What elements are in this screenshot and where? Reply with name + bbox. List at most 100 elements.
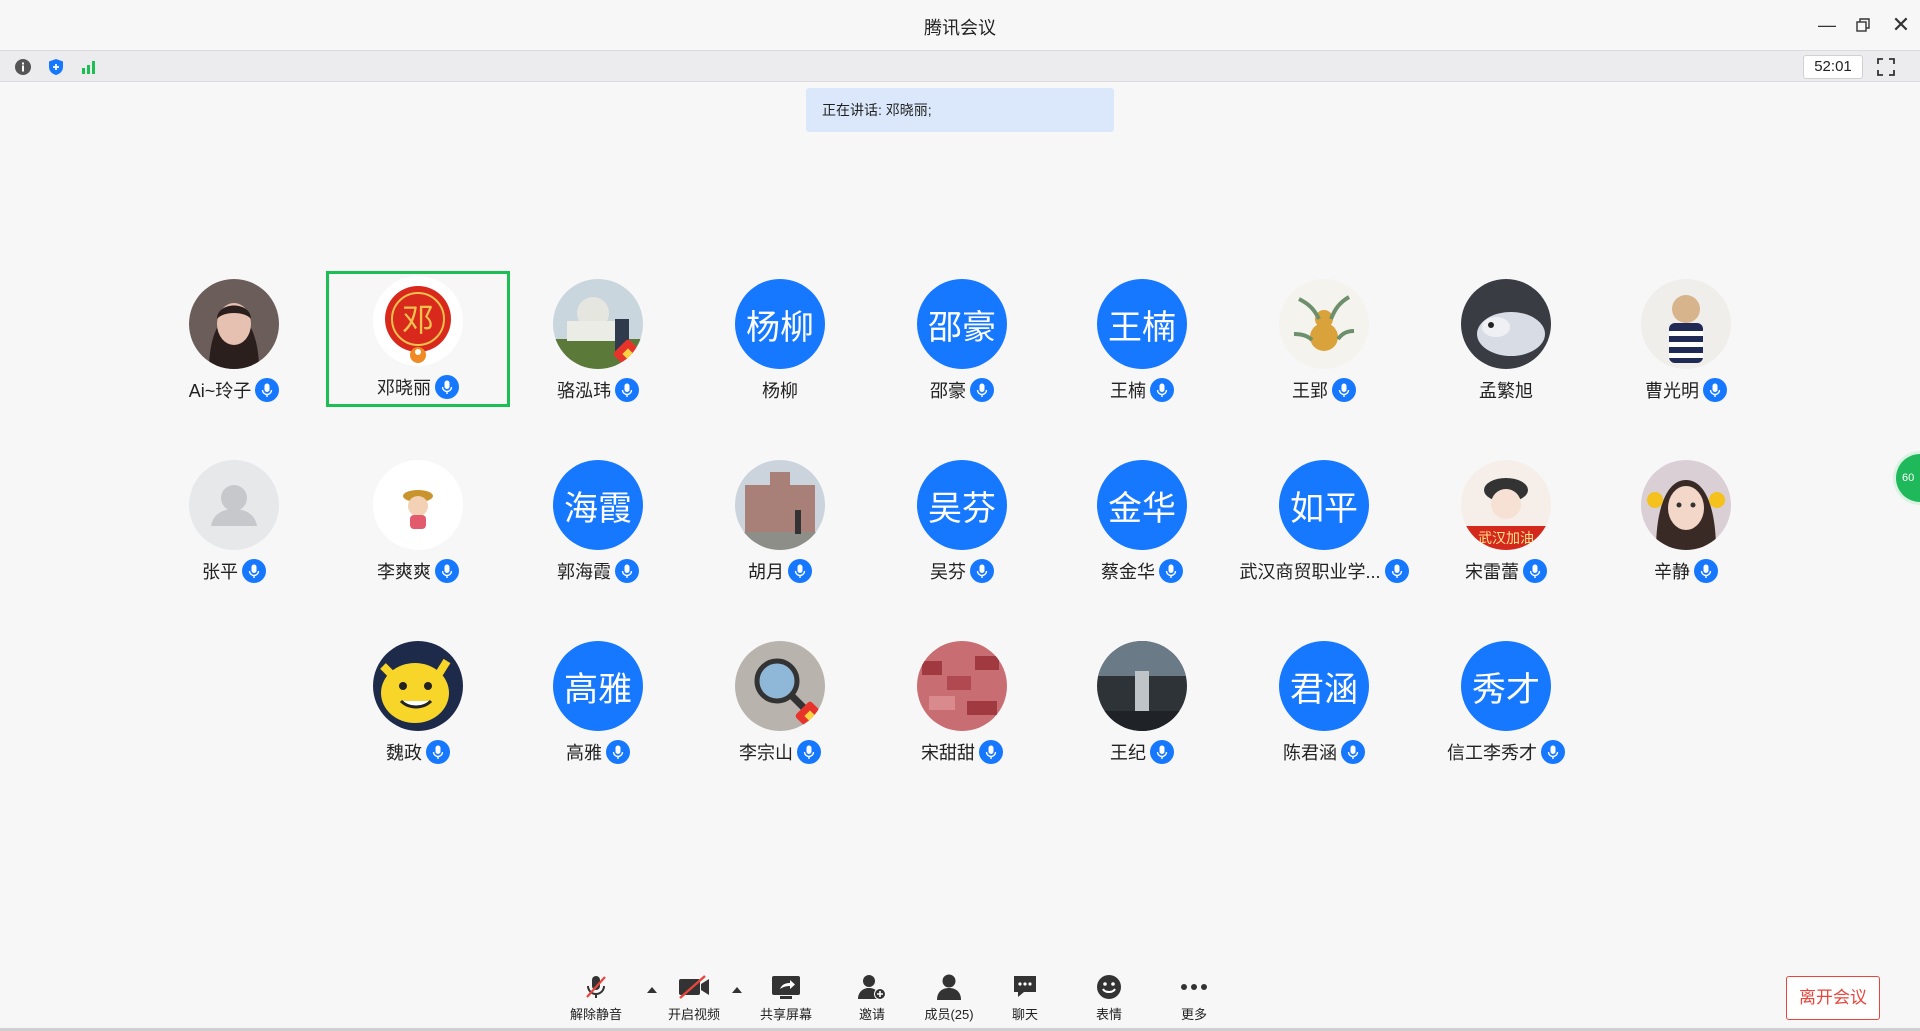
participant-tile[interactable]: 如平武汉商贸职业学... — [1232, 455, 1416, 591]
participant-tile[interactable]: 杨柳 杨柳 — [688, 274, 872, 410]
participant-name-line: 李爽爽 — [326, 558, 510, 584]
participant-name-line: 孟繁旭 — [1414, 377, 1598, 403]
participant-tile[interactable]: 武汉加油宋雷蕾 — [1414, 455, 1598, 591]
members-icon — [909, 972, 989, 1002]
avatar: 吴芬 — [917, 460, 1007, 550]
participant-tile[interactable]: 李宗山 — [688, 636, 872, 772]
participant-name: 蔡金华 — [1101, 562, 1155, 582]
participant-name: 孟繁旭 — [1479, 381, 1533, 401]
video-options-caret-icon[interactable] — [731, 982, 743, 994]
mic-icon — [1523, 559, 1547, 583]
reactions-button[interactable]: 表情 — [1069, 972, 1149, 1022]
minimize-icon[interactable]: — — [1812, 10, 1842, 40]
avatar: 君涵 — [1279, 641, 1369, 731]
participant-tile[interactable]: Ai~玲子 — [142, 274, 326, 410]
participant-name: 王楠 — [1110, 381, 1146, 401]
participant-name: 李宗山 — [739, 743, 793, 763]
participant-name: 宋甜甜 — [921, 743, 975, 763]
participant-name-line: 吴芬 — [870, 558, 1054, 584]
participant-tile[interactable]: 邵豪 邵豪 — [870, 274, 1054, 410]
more-button[interactable]: 更多 — [1154, 972, 1234, 1022]
side-float-button[interactable]: 60 — [1896, 454, 1920, 502]
participant-name-line: 宋雷蕾 — [1414, 558, 1598, 584]
participant-tile[interactable]: 君涵 陈君涵 — [1232, 636, 1416, 772]
participant-name: Ai~玲子 — [188, 381, 252, 401]
plush-doll-icon — [1641, 279, 1731, 369]
mic-icon — [606, 740, 630, 764]
pikachu-icon — [373, 641, 463, 731]
participant-tile[interactable]: 邓邓晓丽 — [326, 271, 510, 407]
participant-tile[interactable]: 骆泓玮 — [506, 274, 690, 410]
unmute-button[interactable]: 解除静音 — [556, 972, 636, 1022]
participant-tile[interactable]: 高雅 高雅 — [506, 636, 690, 772]
mic-icon — [242, 559, 266, 583]
speaking-indicator: 正在讲话: 邓晓丽; — [806, 88, 1114, 132]
mic-icon — [1341, 740, 1365, 764]
meeting-timer: 52:01 — [1803, 55, 1863, 79]
participant-tile[interactable]: 辛静 — [1594, 455, 1778, 591]
participant-tile[interactable]: 胡月 — [688, 455, 872, 591]
mic-icon — [788, 559, 812, 583]
mic-icon — [615, 378, 639, 402]
network-signal-icon[interactable] — [79, 57, 99, 77]
mic-icon — [1703, 378, 1727, 402]
share-screen-button[interactable]: 共享屏幕 — [746, 972, 826, 1022]
participant-name-line: 陈君涵 — [1232, 739, 1416, 765]
chat-bubble-icon — [985, 972, 1065, 1002]
more-label: 更多 — [1180, 1007, 1207, 1022]
participant-tile[interactable]: 金华 蔡金华 — [1050, 455, 1234, 591]
participant-name-line: 武汉商贸职业学... — [1232, 558, 1416, 584]
participant-name-line: 王纪 — [1050, 739, 1234, 765]
participant-name-line: 张平 — [142, 558, 326, 584]
info-icon[interactable] — [13, 57, 33, 77]
participant-tile[interactable]: 王纪 — [1050, 636, 1234, 772]
participant-tile[interactable]: 王楠 王楠 — [1050, 274, 1234, 410]
participant-tile[interactable]: 宋甜甜 — [870, 636, 1054, 772]
participant-name: 郭海霞 — [557, 562, 611, 582]
invite-button[interactable]: 邀请 — [832, 972, 912, 1022]
participant-tile[interactable]: 秀才 信工李秀才 — [1414, 636, 1598, 772]
participant-name-line: 高雅 — [506, 739, 690, 765]
leave-meeting-button[interactable]: 离开会议 — [1786, 976, 1880, 1020]
restore-icon[interactable] — [1848, 10, 1878, 40]
chat-button[interactable]: 聊天 — [985, 972, 1065, 1022]
wuhan-girl-icon: 武汉加油 — [1461, 460, 1551, 550]
avatar: 杨柳 — [735, 279, 825, 369]
participant-name-line: 王郢 — [1232, 377, 1416, 403]
avatar: 如平 — [1279, 460, 1369, 550]
mic-icon — [1332, 378, 1356, 402]
participant-tile[interactable]: 魏政 — [326, 636, 510, 772]
meeting-toolbar: 52:01 — [0, 50, 1920, 82]
participant-name: 宋雷蕾 — [1465, 562, 1519, 582]
participant-name: 吴芬 — [930, 562, 966, 582]
participant-tile[interactable]: 曹光明 — [1594, 274, 1778, 410]
participant-name-line: Ai~玲子 — [142, 377, 326, 403]
cat-photo-icon — [1461, 279, 1551, 369]
members-button[interactable]: 成员(25) — [909, 972, 989, 1022]
participant-tile[interactable]: 王郢 — [1232, 274, 1416, 410]
participant-tile[interactable]: 吴芬 吴芬 — [870, 455, 1054, 591]
participant-name: 辛静 — [1654, 562, 1690, 582]
participant-name: 骆泓玮 — [557, 381, 611, 401]
participant-name: 胡月 — [748, 562, 784, 582]
street-photo-icon — [1097, 641, 1187, 731]
participant-tile[interactable]: 孟繁旭 — [1414, 274, 1598, 410]
security-shield-icon[interactable] — [46, 57, 66, 77]
start-video-button[interactable]: 开启视频 — [654, 972, 734, 1022]
participant-tile[interactable]: 李爽爽 — [326, 455, 510, 591]
participant-name-line: 信工李秀才 — [1414, 739, 1598, 765]
deng-seal-avatar-icon: 邓 — [373, 276, 463, 366]
participant-tile[interactable]: 海霞 郭海霞 — [506, 455, 690, 591]
mic-icon — [1159, 559, 1183, 583]
capitol-building-icon — [553, 279, 643, 369]
fullscreen-icon[interactable] — [1876, 57, 1898, 79]
svg-text:武汉加油: 武汉加油 — [1478, 531, 1534, 547]
smiley-icon — [1069, 972, 1149, 1002]
avatar: 秀才 — [1461, 641, 1551, 731]
participant-name-line: 杨柳 — [688, 377, 872, 403]
participant-tile[interactable]: 张平 — [142, 455, 326, 591]
mic-icon — [255, 378, 280, 402]
mic-icon — [1150, 740, 1174, 764]
mic-icon — [970, 559, 994, 583]
close-icon[interactable]: ✕ — [1886, 10, 1916, 40]
